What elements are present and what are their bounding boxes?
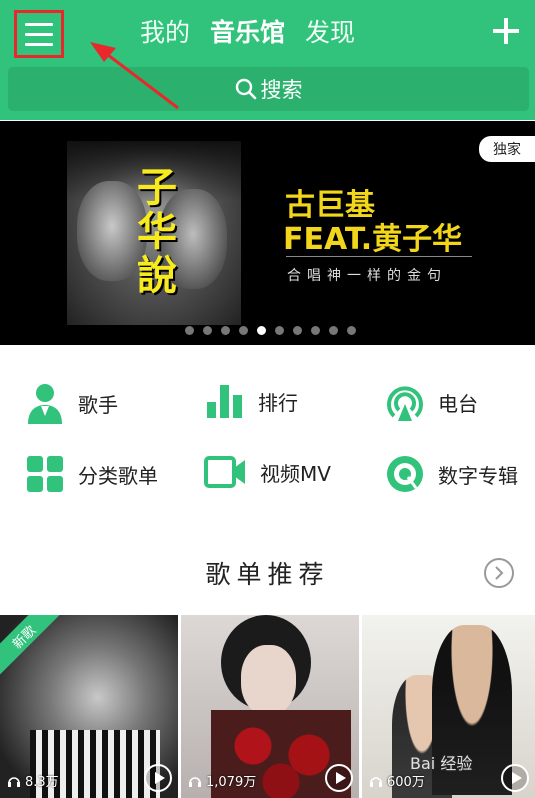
play-count: 1,079万: [188, 771, 256, 790]
headphone-icon: [189, 776, 201, 787]
category-radio[interactable]: 电台: [386, 382, 478, 422]
cover-title: 子华說: [137, 165, 177, 299]
menu-icon-line: [25, 42, 53, 46]
playlist-card[interactable]: 新歌 8.3万: [0, 615, 178, 798]
category-playlists[interactable]: 分类歌单: [26, 455, 158, 493]
carousel-dot[interactable]: [221, 326, 230, 335]
carousel-dots: [185, 326, 356, 335]
playlist-card[interactable]: 1,079万: [181, 615, 359, 798]
grid-icon: [27, 456, 63, 492]
banner-subtitle: 合唱神一样的金句: [287, 268, 447, 284]
category-label: 分类歌单: [78, 463, 158, 488]
more-button[interactable]: [484, 558, 514, 588]
banner-title-line2: FEAT.黄子华: [283, 222, 463, 257]
watermark: Bai 经验: [410, 754, 473, 773]
tab-music-hall[interactable]: 音乐馆: [210, 14, 285, 52]
search-icon: [235, 78, 256, 100]
menu-icon-line: [25, 32, 53, 36]
search-bar[interactable]: 搜索: [8, 67, 529, 111]
video-icon: [204, 456, 245, 488]
carousel-dot[interactable]: [239, 326, 248, 335]
carousel-dot[interactable]: [293, 326, 302, 335]
tab-mine[interactable]: 我的: [140, 14, 190, 52]
carousel-dot[interactable]: [257, 326, 266, 335]
carousel-dot[interactable]: [311, 326, 320, 335]
menu-icon-line: [25, 22, 53, 26]
carousel-dot[interactable]: [347, 326, 356, 335]
category-label: 排行: [258, 390, 298, 415]
category-label: 电台: [438, 391, 478, 416]
category-chart[interactable]: 排行: [206, 382, 298, 420]
carousel-dot[interactable]: [203, 326, 212, 335]
chevron-right-icon: [495, 566, 504, 580]
main-tabs: 我的 音乐馆 发现: [140, 14, 355, 52]
tab-discover[interactable]: 发现: [305, 14, 355, 52]
category-video[interactable]: 视频MV: [204, 455, 331, 489]
category-label: 数字专辑: [438, 463, 518, 488]
top-bar: 我的 音乐馆 发现 搜索: [0, 0, 535, 120]
play-button[interactable]: [325, 764, 353, 792]
category-digital-album[interactable]: 数字专辑: [386, 455, 518, 493]
new-tag: 新歌: [0, 615, 63, 676]
play-button[interactable]: [144, 764, 172, 792]
album-icon: [387, 456, 423, 492]
headphone-icon: [8, 776, 20, 787]
carousel-dot[interactable]: [185, 326, 194, 335]
carousel-dot[interactable]: [329, 326, 338, 335]
category-label: 视频MV: [260, 461, 331, 486]
banner-divider: [286, 256, 472, 257]
play-button[interactable]: [501, 764, 529, 792]
album-cover: 子华說: [67, 141, 241, 325]
carousel-dot[interactable]: [275, 326, 284, 335]
radio-icon: [387, 386, 423, 421]
plus-icon[interactable]: [491, 16, 521, 46]
category-label: 歌手: [78, 392, 118, 417]
play-count: 8.3万: [7, 771, 59, 790]
menu-button[interactable]: [14, 10, 64, 58]
exclusive-badge: 独家: [479, 136, 535, 162]
chart-icon: [207, 385, 242, 418]
category-singer[interactable]: 歌手: [26, 382, 118, 424]
headphone-icon: [370, 776, 382, 787]
search-label: 搜索: [260, 78, 303, 102]
section-title: 歌单推荐: [205, 560, 330, 589]
singer-icon: [28, 384, 62, 424]
